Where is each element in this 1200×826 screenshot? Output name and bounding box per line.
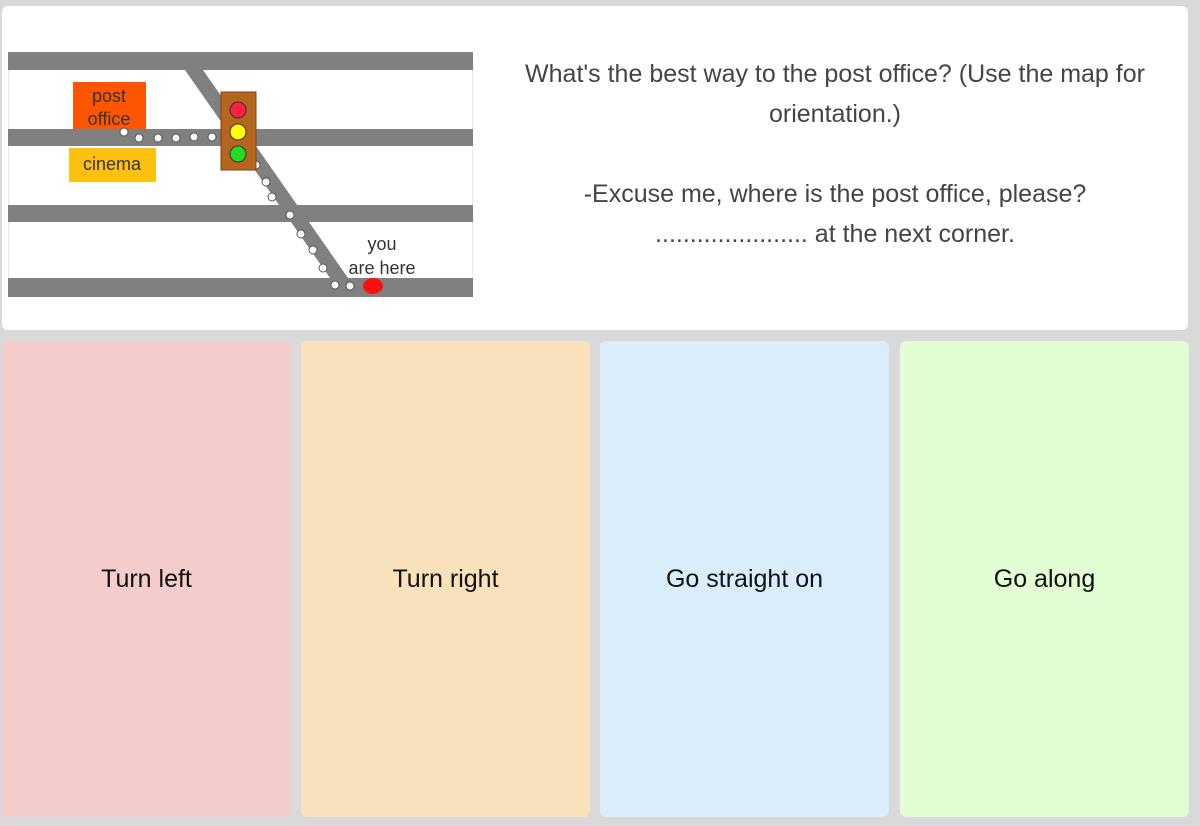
road bbox=[8, 278, 473, 297]
road bbox=[8, 205, 473, 222]
answer-option-go-along[interactable]: Go along bbox=[900, 341, 1189, 817]
question-prompt: What's the best way to the post office? … bbox=[525, 60, 1145, 128]
cinema-label: cinema bbox=[83, 154, 142, 174]
road bbox=[8, 52, 473, 70]
question-card: post office cinema you are here What's t… bbox=[2, 6, 1188, 330]
dialogue-answer-blank: ...................... at the next corne… bbox=[655, 220, 1015, 248]
question-text: What's the best way to the post office? … bbox=[482, 54, 1188, 254]
answer-label: Go along bbox=[993, 564, 1096, 593]
you-are-here-marker bbox=[363, 278, 383, 294]
answer-label: Go straight on bbox=[665, 564, 824, 593]
answer-option-go-straight-on[interactable]: Go straight on bbox=[600, 341, 889, 817]
answer-label: Turn right bbox=[392, 564, 499, 593]
answer-label: Turn left bbox=[101, 564, 192, 593]
you-are-here-label: are here bbox=[348, 258, 415, 278]
street-map: post office cinema you are here bbox=[8, 52, 473, 297]
traffic-light-icon bbox=[220, 91, 257, 171]
post-office-label: post bbox=[92, 86, 126, 106]
dialogue-question: -Excuse me, where is the post office, pl… bbox=[583, 180, 1087, 208]
answer-option-turn-right[interactable]: Turn right bbox=[301, 341, 590, 817]
answer-option-turn-left[interactable]: Turn left bbox=[2, 341, 291, 817]
you-are-here-label: you bbox=[367, 234, 396, 254]
post-office-label: office bbox=[88, 109, 131, 129]
